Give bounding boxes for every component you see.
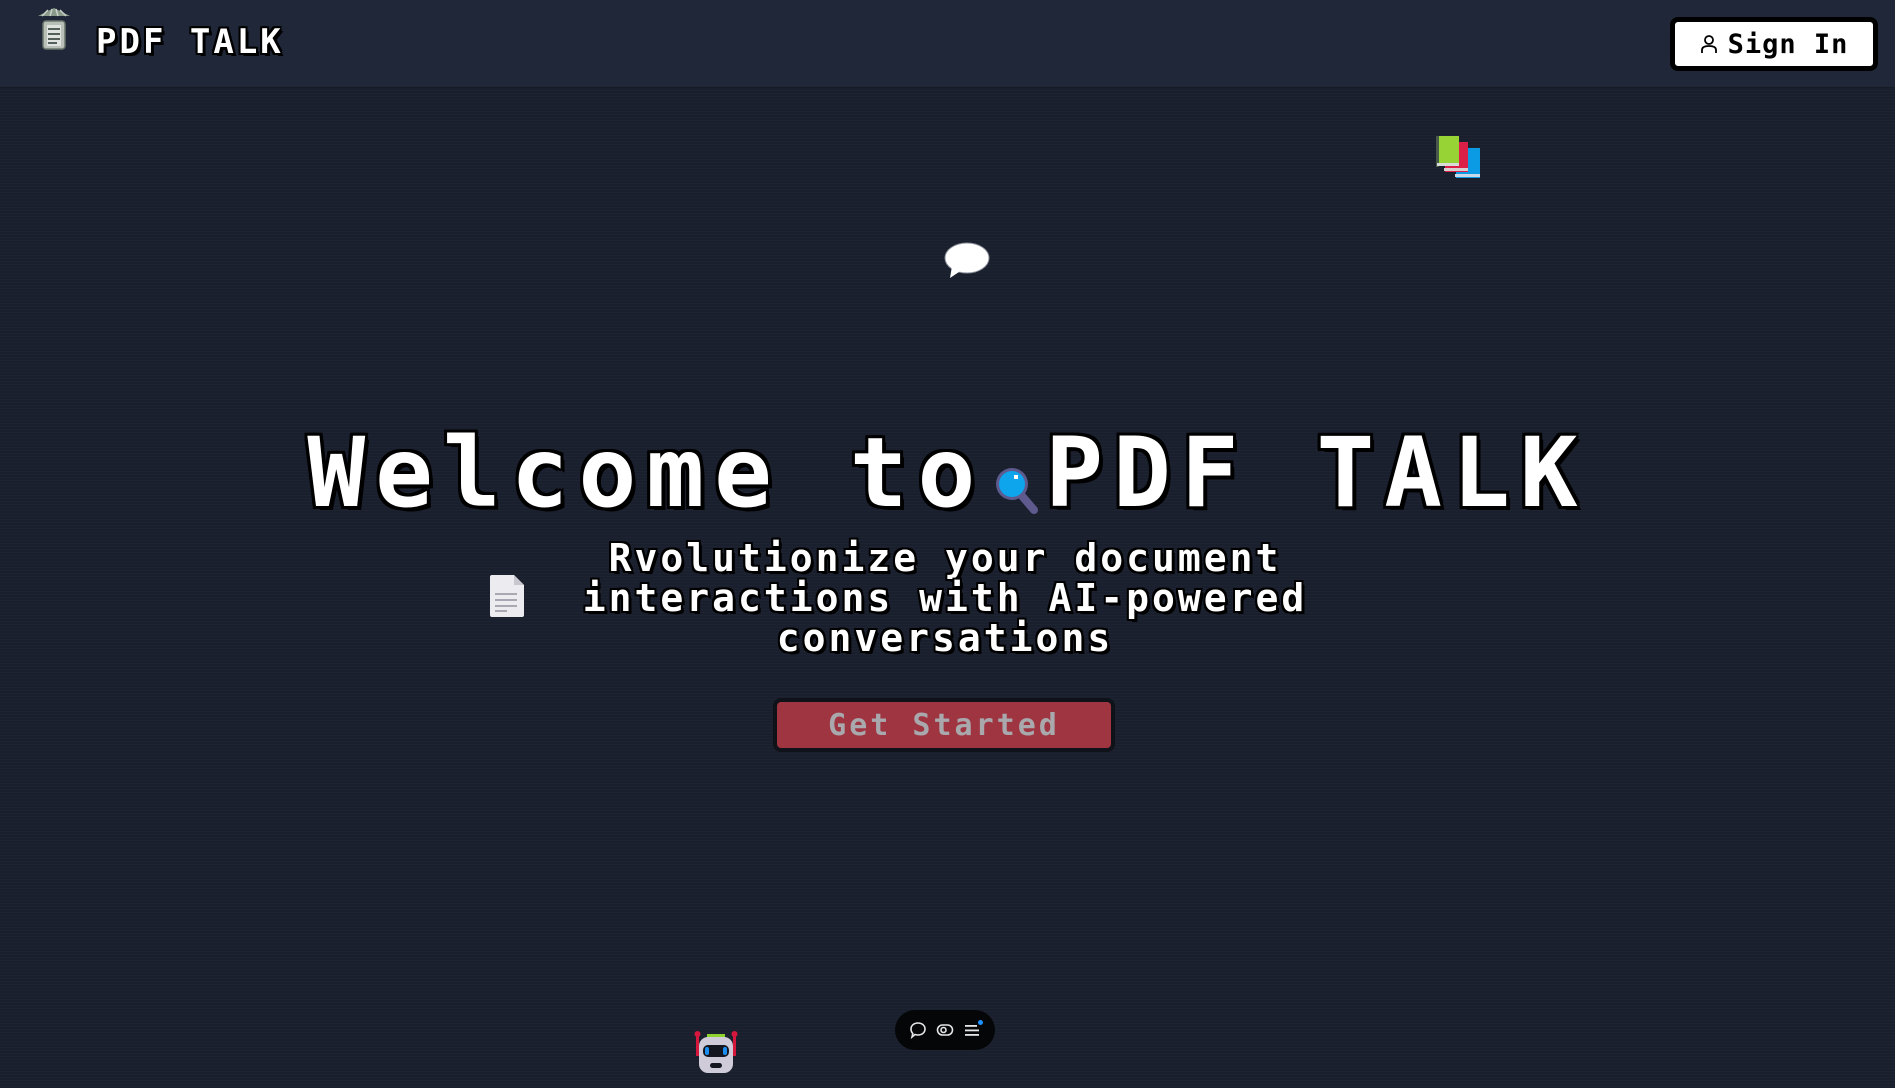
magnifier-icon bbox=[996, 468, 1038, 514]
speech-bubble-icon bbox=[944, 242, 990, 278]
get-started-button[interactable]: Get Started bbox=[773, 698, 1115, 752]
header: PDF TALK Sign In bbox=[0, 0, 1895, 88]
brand-name[interactable]: PDF TALK bbox=[96, 22, 284, 62]
robot-icon bbox=[694, 1031, 738, 1073]
user-icon bbox=[1700, 35, 1717, 53]
eye-icon bbox=[936, 1024, 954, 1036]
sign-in-button[interactable]: Sign In bbox=[1670, 17, 1878, 71]
document-icon bbox=[490, 575, 524, 617]
subtitle-line: Rvolutionize your document bbox=[608, 536, 1282, 580]
hero-title-part1: Welcome to bbox=[307, 417, 986, 529]
chat-icon bbox=[910, 1022, 927, 1039]
notification-dot bbox=[977, 1020, 983, 1025]
hero-subtitle: Rvolutionize your document interactions … bbox=[520, 538, 1370, 658]
chat-button[interactable] bbox=[907, 1019, 929, 1041]
hero-title: Welcome to PDF TALK bbox=[0, 418, 1895, 528]
document-stack-icon bbox=[38, 8, 70, 50]
subtitle-line: interactions with AI-powered bbox=[582, 576, 1308, 620]
subtitle-line: conversations bbox=[776, 616, 1114, 660]
hero-title-part2: PDF TALK bbox=[1045, 417, 1588, 529]
bottom-toolbar bbox=[895, 1010, 995, 1050]
eye-button[interactable] bbox=[934, 1019, 956, 1041]
get-started-label: Get Started bbox=[828, 707, 1060, 743]
books-icon bbox=[1436, 136, 1480, 178]
menu-button[interactable] bbox=[961, 1019, 983, 1041]
sign-in-label: Sign In bbox=[1727, 28, 1849, 60]
